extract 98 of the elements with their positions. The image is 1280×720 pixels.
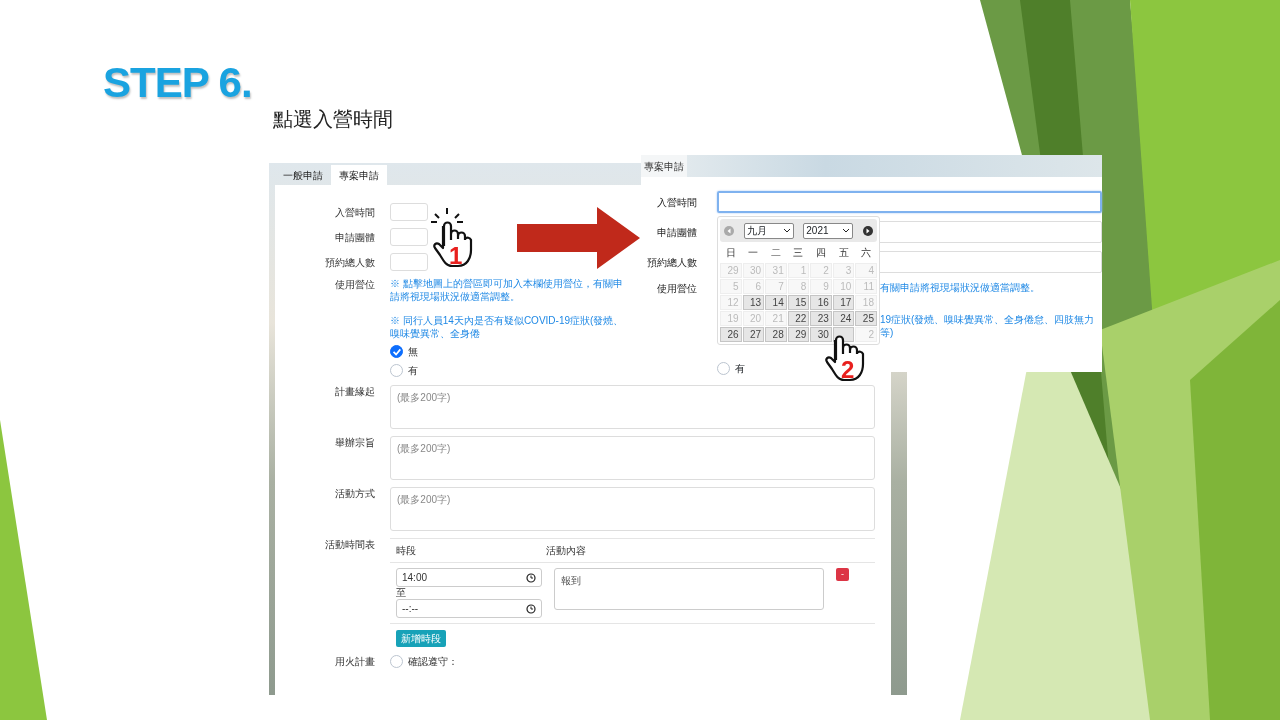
field-label: 申請團體 [334, 230, 375, 244]
clock-icon [526, 572, 536, 583]
separator-text: 至 [396, 587, 407, 599]
column-header: 時段 [396, 544, 417, 558]
next-icon [862, 225, 873, 236]
time-input[interactable]: 14:00 [396, 568, 542, 587]
step-number: 1 [449, 244, 463, 268]
radio-label: 有 [408, 364, 418, 378]
day-cell[interactable]: 24 [832, 311, 855, 326]
time-input[interactable]: --:-- [396, 599, 542, 618]
text-area[interactable]: (最多200字) [390, 385, 875, 429]
day-cell[interactable]: 22 [787, 311, 810, 326]
clock-icon [526, 603, 536, 614]
field-label: 申請團體 [657, 225, 697, 240]
text-area[interactable]: (最多200字) [390, 487, 875, 531]
select-value: 2021 [806, 224, 829, 238]
day-cell: 19 [720, 311, 742, 326]
note-text: 19症狀(發燒、嗅味覺異常、全身倦怠、四肢無力等) [880, 314, 1096, 339]
tab[interactable]: 專案申請 [641, 155, 687, 177]
day-cell: 29 [720, 263, 742, 278]
day-cell[interactable]: 14 [765, 295, 787, 310]
tab[interactable]: 專案申請 [331, 165, 387, 185]
note-text: ※ 同行人員14天內是否有疑似COVID-19症狀(發燒、嗅味覺異常、全身倦 [390, 315, 625, 340]
arrow-icon [517, 207, 640, 269]
day-cell[interactable]: 15 [787, 295, 810, 310]
remove-button[interactable]: - [836, 568, 849, 581]
caret-icon [842, 227, 851, 234]
day-cell[interactable]: 28 [765, 327, 787, 342]
slide-title: STEP 6. [103, 62, 252, 104]
day-cell: 31 [765, 263, 787, 278]
select-value: 九月 [746, 224, 767, 238]
field-label: 用火計畫 [334, 655, 375, 668]
day-cell: 2 [810, 263, 832, 278]
day-cell: 5 [720, 279, 742, 294]
day-cell[interactable]: 29 [787, 327, 810, 342]
column-header: 活動內容 [546, 544, 587, 558]
input-field[interactable] [717, 191, 1102, 213]
day-cell: 4 [855, 263, 877, 278]
caret-icon [782, 227, 791, 234]
weekday-label: 六 [860, 246, 873, 260]
slide-subtitle: 點選入營時間 [273, 107, 393, 131]
weekday-label: 一 [747, 246, 760, 260]
field-label: 活動方式 [334, 487, 375, 501]
day-cell: 12 [720, 295, 742, 310]
field-label: 使用營位 [657, 282, 697, 296]
radio-label: 有 [735, 362, 745, 376]
day-cell[interactable]: 26 [720, 327, 742, 342]
day-cell: 2 [855, 327, 877, 342]
field-label: 使用營位 [334, 278, 375, 292]
day-cell: 8 [787, 279, 810, 294]
field-label: 入營時間 [334, 205, 375, 219]
time-value: 14:00 [402, 571, 428, 585]
weekday-label: 日 [724, 246, 737, 260]
field-label: 預約總人數 [324, 255, 375, 269]
field-label: 舉辦宗旨 [334, 436, 375, 450]
day-cell[interactable]: 25 [855, 311, 877, 326]
day-cell: 1 [787, 263, 810, 278]
day-cell: 10 [832, 279, 855, 294]
radio-button[interactable] [390, 345, 403, 358]
text-area[interactable]: (最多200字) [390, 436, 875, 480]
day-cell: 30 [742, 263, 765, 278]
field-label: 計畫緣起 [334, 385, 375, 399]
field-label: 活動時間表 [324, 538, 375, 552]
year-select[interactable]: 2021 [803, 222, 854, 239]
day-cell[interactable]: 16 [810, 295, 832, 310]
field-label: 預約總人數 [647, 255, 697, 270]
day-cell: 6 [742, 279, 765, 294]
note-text: ※ 點擊地圖上的營區即可加入本欄使用營位，有關申請將視現場狀況做適當調整。 [390, 278, 624, 303]
radio-label: 確認遵守： [408, 655, 458, 669]
time-value: --:-- [402, 602, 419, 616]
month-select[interactable]: 九月 [743, 222, 794, 239]
weekday-label: 二 [769, 246, 782, 260]
day-cell[interactable]: 13 [742, 295, 765, 310]
day-cell[interactable]: 30 [810, 327, 832, 342]
input-field[interactable] [390, 228, 428, 246]
radio-label: 無 [408, 345, 418, 359]
weekday-label: 三 [792, 246, 805, 260]
radio-button[interactable] [390, 364, 403, 377]
text-area[interactable]: 報到 [554, 568, 824, 610]
day-cell[interactable]: 17 [832, 295, 855, 310]
day-cell: 3 [832, 263, 855, 278]
day-cell[interactable]: 27 [742, 327, 765, 342]
day-cell[interactable]: 23 [810, 311, 832, 326]
step-number: 2 [841, 358, 855, 382]
weekday-label: 五 [837, 246, 850, 260]
pointing-hand-icon [430, 206, 474, 268]
field-label: 入營時間 [657, 195, 697, 210]
note-text: 有關申請將視現場狀況做適當調整。 [880, 282, 1040, 295]
radio-button[interactable] [390, 655, 403, 668]
weekday-label: 四 [815, 246, 828, 260]
previous-icon [724, 225, 734, 236]
day-cell: 7 [765, 279, 787, 294]
day-cell: 21 [765, 311, 787, 326]
input-field[interactable] [390, 203, 428, 221]
day-cell: 18 [855, 295, 877, 310]
input-field[interactable] [390, 253, 428, 271]
tab[interactable]: 一般申請 [275, 165, 331, 185]
day-cell: 11 [855, 279, 877, 294]
